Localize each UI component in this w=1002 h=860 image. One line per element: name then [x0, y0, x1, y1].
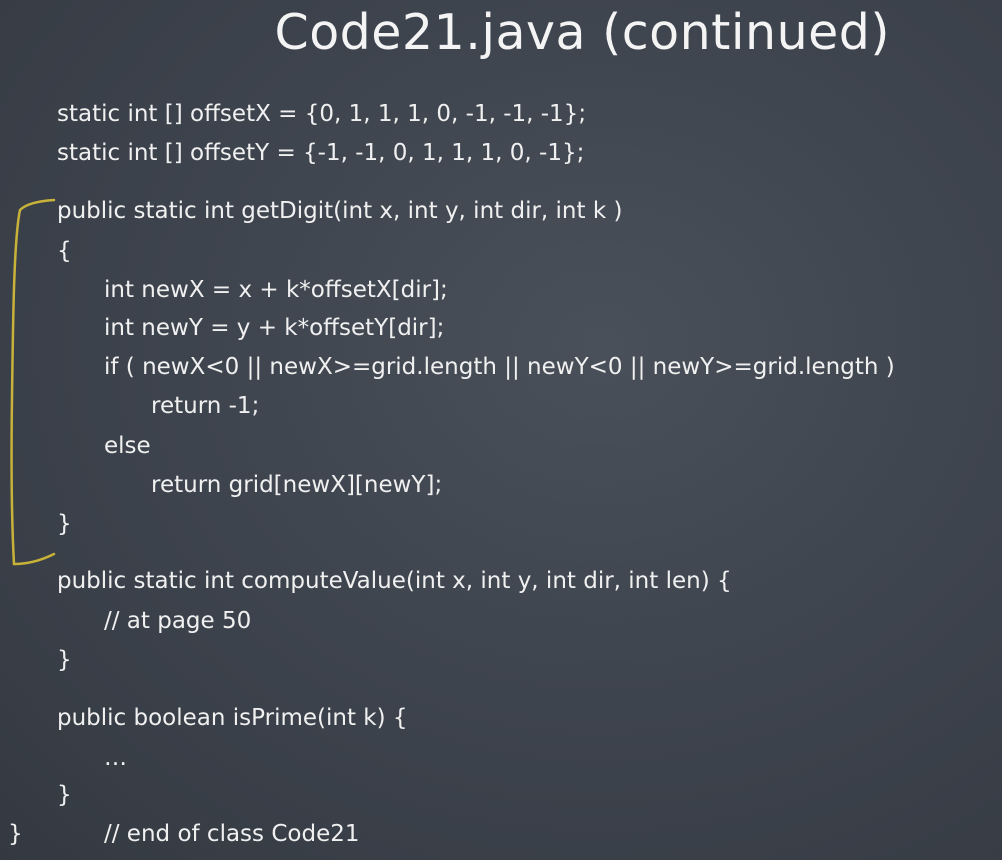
code-line-offsety: static int [] offsetY = {-1, -1, 0, 1, 1… — [57, 140, 585, 166]
code-line-getdigit-signature: public static int getDigit(int x, int y,… — [57, 198, 623, 224]
code-line-open-brace: { — [57, 238, 72, 264]
code-line-return-minus-one: return -1; — [151, 393, 260, 419]
code-line-return-grid: return grid[newX][newY]; — [151, 472, 443, 498]
code-line-isprime-signature: public boolean isPrime(int k) { — [57, 705, 408, 731]
code-line-newx: int newX = x + k*offsetX[dir]; — [104, 277, 448, 303]
code-line-else: else — [104, 433, 151, 459]
code-line-comment-page: // at page 50 — [104, 608, 252, 634]
code-line-computevalue-signature: public static int computeValue(int x, in… — [57, 568, 732, 594]
highlight-bracket — [10, 198, 56, 566]
code-line-if-condition: if ( newX<0 || newX>=grid.length || newY… — [104, 354, 895, 380]
code-line-computevalue-close: } — [57, 647, 72, 673]
code-line-class-close: } — [8, 821, 23, 847]
code-line-close-brace: } — [57, 511, 72, 537]
code-line-offsetx: static int [] offsetX = {0, 1, 1, 1, 0, … — [57, 101, 587, 127]
code-line-isprime-close: } — [57, 782, 72, 808]
slide-title: Code21.java (continued) — [274, 4, 890, 61]
code-line-newy: int newY = y + k*offsetY[dir]; — [104, 315, 445, 341]
code-line-ellipsis: … — [104, 745, 127, 771]
code-line-end-comment: // end of class Code21 — [104, 821, 360, 847]
